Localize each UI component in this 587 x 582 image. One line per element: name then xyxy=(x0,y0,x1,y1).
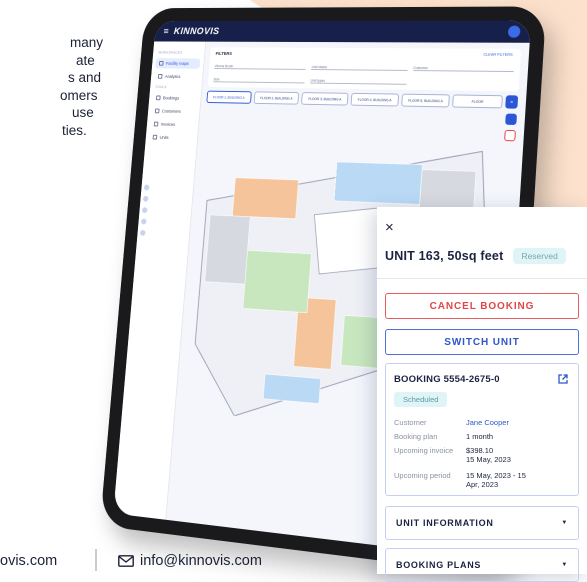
customer-link[interactable]: Jane Cooper xyxy=(466,418,509,427)
mail-icon xyxy=(118,555,134,567)
layers-button[interactable] xyxy=(141,207,148,214)
booking-plan-label: Booking plan xyxy=(394,432,438,441)
customer-label: Customer xyxy=(394,418,427,427)
sidebar-item-customers[interactable]: Customers xyxy=(151,106,196,117)
sidebar-item-label: Facility maps xyxy=(165,61,189,66)
tabs-next-button[interactable]: » xyxy=(505,95,519,109)
unit-icon xyxy=(152,134,158,140)
size-select[interactable]: Size xyxy=(213,73,306,84)
unit-status-select[interactable]: Unit status xyxy=(311,61,408,71)
intro-line: s and xyxy=(68,70,102,85)
switch-unit-button[interactable]: SWITCH UNIT xyxy=(385,329,579,355)
app-topbar: ≡ KINNOVIS xyxy=(154,20,532,43)
period-value-line-2: Apr, 2023 xyxy=(466,480,499,489)
period-value-line-1: 15 May, 2023 - 15 xyxy=(466,471,526,480)
location-select[interactable]: Vienna Booth xyxy=(214,60,307,70)
close-icon[interactable]: × xyxy=(385,220,579,235)
fit-button[interactable] xyxy=(140,218,147,225)
filter-spacer xyxy=(412,76,513,86)
filters-panel: FILTERS CLEAR FILTERS Vienna Booth Unit … xyxy=(207,47,522,92)
divider xyxy=(377,278,587,279)
tab-floor-2[interactable]: FLOOR 2, BUILDING A xyxy=(253,91,300,105)
avatar[interactable] xyxy=(507,25,521,38)
intro-line: many xyxy=(70,35,104,50)
map-icon xyxy=(158,60,164,66)
accordion-label: BOOKING PLANS xyxy=(396,560,482,570)
divider xyxy=(95,549,97,571)
sidebar-item-analytics[interactable]: Analytics xyxy=(154,71,199,82)
invoice-date: 15 May, 2023 xyxy=(466,455,511,464)
rotate-button[interactable] xyxy=(139,229,146,236)
customer-search[interactable]: Customer xyxy=(413,62,515,73)
upcoming-invoice-label: Upcoming invoice xyxy=(394,446,454,455)
intro-line: ate xyxy=(76,52,95,68)
unit-types-select[interactable]: Unit types xyxy=(310,74,407,85)
contact-footer: ovis.com info@kinnovis.com xyxy=(0,549,370,574)
website-text[interactable]: ovis.com xyxy=(0,553,57,569)
status-badge: Reserved xyxy=(513,248,566,264)
sidebar-item-bookings[interactable]: Bookings xyxy=(152,93,197,104)
intro-text-fragment: many ate s and omers use ties. xyxy=(0,34,104,139)
clear-filters-link[interactable]: CLEAR FILTERS xyxy=(483,53,513,57)
booking-detail-panel: × UNIT 163, 50sq feet Reserved CANCEL BO… xyxy=(377,207,587,582)
booking-plan-value: 1 month xyxy=(466,432,494,441)
edit-button[interactable] xyxy=(505,113,518,126)
sidebar-group-label: TOOLS xyxy=(155,85,168,90)
intro-line: omers xyxy=(60,87,98,103)
intro-line: use xyxy=(72,105,94,120)
external-link-icon[interactable] xyxy=(558,374,568,384)
sidebar-item-invoices[interactable]: Invoices xyxy=(150,119,195,130)
brand-logo: KINNOVIS xyxy=(173,26,220,37)
cancel-booking-button[interactable]: CANCEL BOOKING xyxy=(385,293,579,319)
booking-status-badge: Scheduled xyxy=(394,392,448,407)
sidebar-item-facility-maps[interactable]: Facility maps xyxy=(155,58,201,69)
booking-title: BOOKING 5554-2675-0 xyxy=(394,374,500,385)
zoom-out-button[interactable] xyxy=(142,195,149,202)
delete-button[interactable] xyxy=(504,129,516,142)
sidebar-item-label: Customers xyxy=(161,108,182,114)
invoice-icon xyxy=(153,121,159,127)
tab-floor-3[interactable]: FLOOR 3, BUILDING A xyxy=(301,92,349,106)
tab-floor-4[interactable]: FLOOR 4, BUILDING A xyxy=(350,92,399,107)
chart-icon xyxy=(157,74,163,79)
tab-floor-1[interactable]: FLOOR 1, BUILDING A xyxy=(206,90,252,104)
unit-title: UNIT 163, 50sq feet xyxy=(385,249,504,263)
upcoming-period-label: Upcoming period xyxy=(394,471,451,480)
users-icon xyxy=(154,108,160,114)
booking-card: BOOKING 5554-2675-0 Scheduled Customer J… xyxy=(385,363,579,496)
chevron-down-icon: ▼ xyxy=(561,520,568,526)
sidebar-item-label: Bookings xyxy=(162,95,180,101)
zoom-in-button[interactable] xyxy=(143,184,150,191)
email-link[interactable]: info@kinnovis.com xyxy=(140,553,262,569)
sidebar-item-label: Invoices xyxy=(160,121,176,127)
filters-title: FILTERS xyxy=(215,51,233,56)
invoice-amount: $398.10 xyxy=(466,446,494,455)
sidebar-item-units[interactable]: Units xyxy=(149,132,194,144)
hamburger-menu-icon[interactable]: ≡ xyxy=(163,26,169,36)
floor-tabs: FLOOR 1, BUILDING A FLOOR 2, BUILDING A … xyxy=(206,90,519,109)
tab-floor-5[interactable]: FLOOR 5, BUILDING A xyxy=(400,93,451,108)
booking-plans-accordion[interactable]: BOOKING PLANS ▼ xyxy=(385,548,579,582)
chevron-down-icon: ▼ xyxy=(561,562,568,568)
unit-information-accordion[interactable]: UNIT INFORMATION ▼ xyxy=(385,506,579,540)
sidebar-item-label: Units xyxy=(159,134,169,140)
accordion-label: UNIT INFORMATION xyxy=(396,518,494,528)
sidebar-group-label: WORKSPACES xyxy=(158,50,183,55)
calendar-icon xyxy=(155,95,161,101)
intro-line: ties. xyxy=(62,122,87,138)
sidebar-item-label: Analytics xyxy=(164,74,181,79)
tab-floor-6[interactable]: FLOOR xyxy=(452,94,503,109)
